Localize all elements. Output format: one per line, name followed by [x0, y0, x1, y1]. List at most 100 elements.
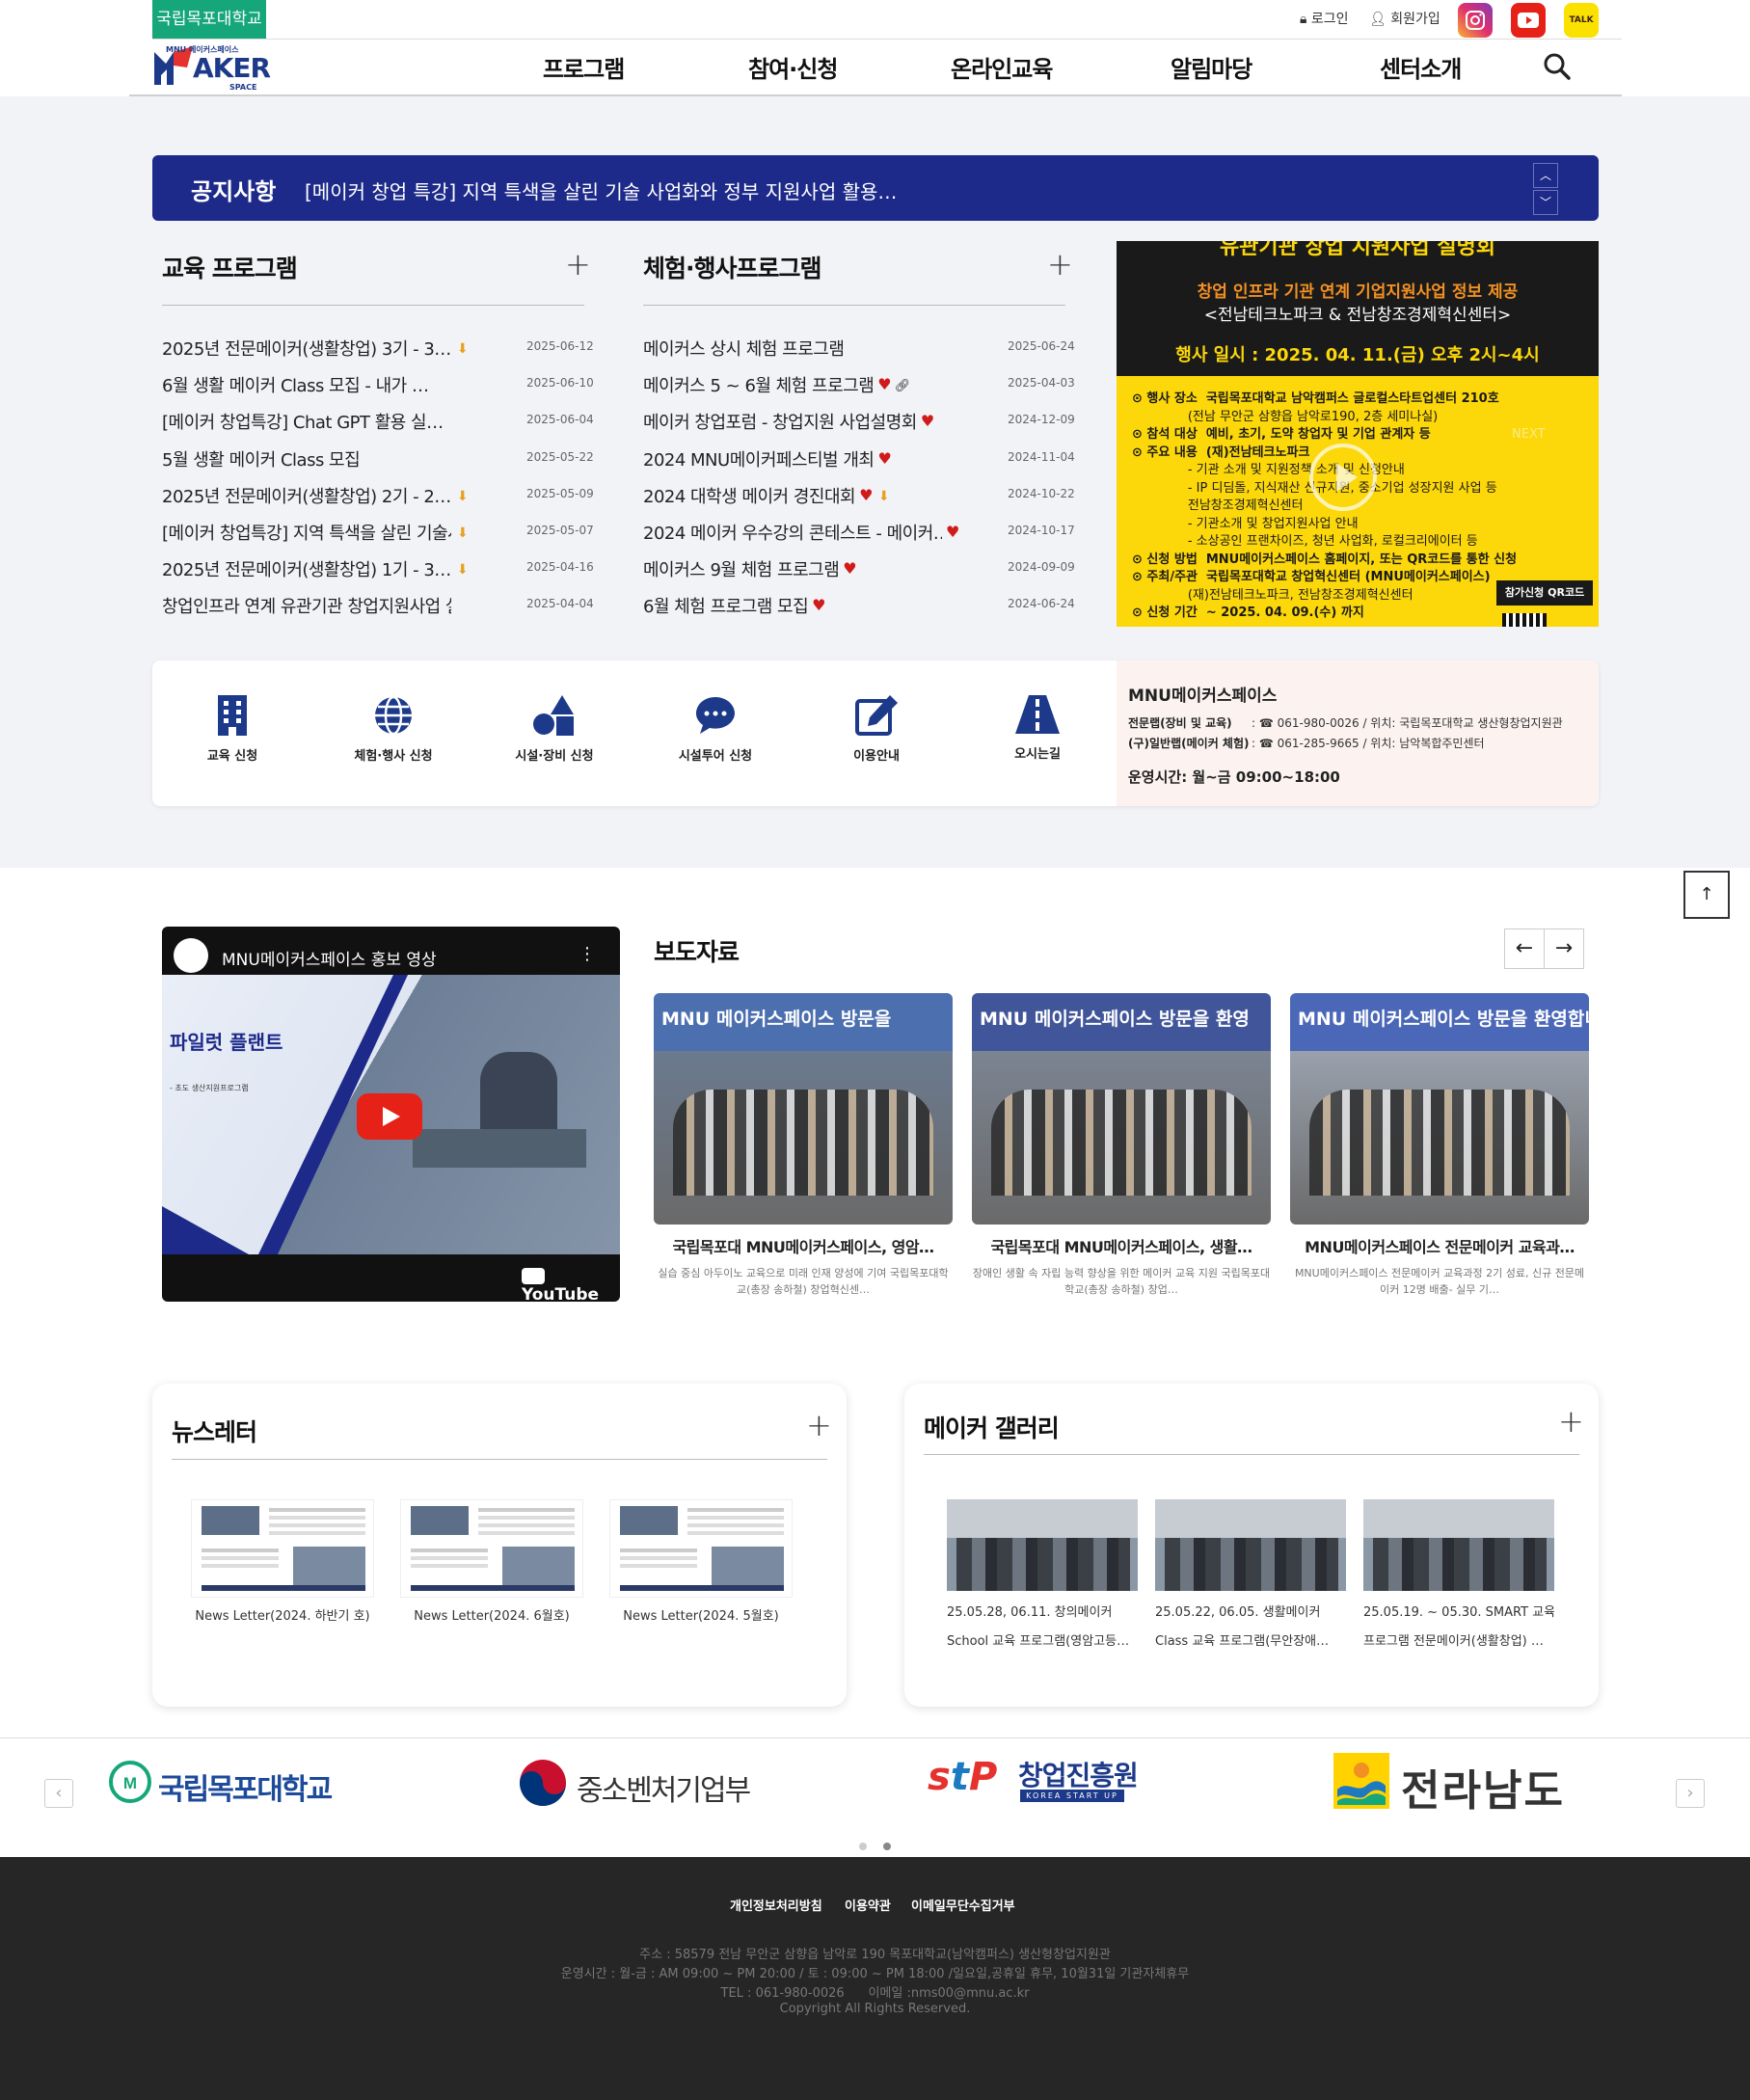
partners-dot-2[interactable]: [883, 1843, 891, 1850]
quick-tour-apply[interactable]: 시설투어 신청: [658, 695, 773, 764]
notice-down-button[interactable]: ﹀: [1533, 190, 1558, 215]
list-item[interactable]: 6월 체험 프로그램 모집 ♥: [643, 593, 825, 618]
login-link[interactable]: 🔒︎ 로그인: [1300, 10, 1349, 29]
list-item[interactable]: [메이커 창업특강] 지역 특색을 살린 기술사… ⬇︎: [162, 520, 469, 545]
list-item[interactable]: [메이커 창업특강] Chat GPT 활용 실…: [162, 409, 444, 434]
list-item[interactable]: 2025년 전문메이커(생활창업) 3기 - 3… ⬇︎: [162, 336, 469, 361]
list-item[interactable]: 2024 메이커 우수강의 콘테스트 - 메이커…♥: [643, 520, 959, 545]
newsletter-item[interactable]: News Letter(2024. 하반기 호): [191, 1499, 374, 1624]
press-prev-button[interactable]: ←: [1504, 929, 1545, 969]
video-menu-icon[interactable]: ⋮: [579, 944, 596, 964]
list-item[interactable]: 5월 생활 메이커 Class 모집: [162, 446, 360, 471]
list-item-date: 2025-05-22: [526, 449, 594, 464]
quick-facility-apply[interactable]: 시설·장비 신청: [497, 695, 612, 764]
press-item-title: 국립목포대 MNU메이커스페이스, 영암…: [672, 1238, 934, 1256]
newsletter-caption: News Letter(2024. 하반기 호): [195, 1609, 370, 1624]
gallery-caption-line2: 프로그램 전문메이커(생활창업) …: [1363, 1634, 1544, 1649]
scroll-top-button[interactable]: ↑: [1683, 871, 1730, 919]
list-item[interactable]: 메이커스 상시 체험 프로그램: [643, 336, 844, 361]
list-item[interactable]: 2024 대학생 메이커 경진대회 ♥ ⬇︎: [643, 483, 890, 508]
list-item[interactable]: 2025년 전문메이커(생활창업) 1기 - 3… ⬇︎: [162, 556, 469, 581]
press-next-button[interactable]: →: [1544, 929, 1584, 969]
maker-space-logo[interactable]: MNU 메이커스페이스 AKER SPACE: [154, 44, 280, 93]
nav-center-intro[interactable]: 센터소개: [1380, 50, 1462, 84]
press-card[interactable]: MNU 메이커스페이스 방문을 환영 국립목포대 MNU메이커스페이스, 생활… 장…: [972, 993, 1271, 1298]
chat-bubble-icon: [696, 697, 735, 734]
partner-mss-logo[interactable]: 중소벤처기업부: [519, 1757, 769, 1808]
newsletter-thumbnail: [191, 1499, 374, 1598]
list-item-date: 2024-09-09: [1008, 560, 1075, 575]
list-item-date: 2025-05-09: [526, 486, 594, 500]
nav-participate[interactable]: 참여·신청: [748, 50, 838, 84]
list-item[interactable]: 메이커스 9월 체험 프로그램 ♥: [643, 556, 857, 581]
press-title: 보도자료: [654, 938, 740, 966]
contact-lab2-label: (구)일반랩(메이커 체험): [1128, 737, 1250, 750]
press-card[interactable]: MNU 메이커스페이스 방문을 환영합니다 MNU메이커스페이스 전문메이커 교육…: [1290, 993, 1589, 1298]
slider-next-label[interactable]: NEXT: [1512, 427, 1546, 442]
notice-up-button[interactable]: ︿: [1533, 163, 1558, 188]
quick-event-apply[interactable]: 체험·행사 신청: [336, 695, 451, 764]
newsletter-item[interactable]: News Letter(2024. 5월호): [609, 1499, 793, 1624]
partner-kised-logo[interactable]: stP 창업진흥원 KOREA START UP: [928, 1753, 1169, 1807]
press-card[interactable]: MNU 메이커스페이스 방문을 국립목포대 MNU메이커스페이스, 영암… 실습 중…: [654, 993, 953, 1298]
list-item[interactable]: 2025년 전문메이커(생활창업) 2기 - 2… ⬇︎: [162, 483, 469, 508]
notice-headline[interactable]: [메이커 창업 특강] 지역 특색을 살린 기술 사업화와 정부 지원사업 활용…: [305, 176, 897, 204]
quick-edu-apply[interactable]: 교육 신청: [175, 695, 290, 764]
quick-directions[interactable]: 오시는길: [980, 695, 1095, 762]
search-icon[interactable]: [1543, 52, 1572, 81]
list-item[interactable]: 6월 생활 메이커 Class 모집 - 내가 …: [162, 372, 428, 397]
partners-next-button[interactable]: ›: [1676, 1779, 1705, 1808]
edu-more-plus-icon[interactable]: +: [565, 249, 591, 280]
footer-copyright: Copyright All Rights Reserved.: [779, 2002, 971, 2016]
footer-privacy-link[interactable]: 개인정보처리방침: [730, 1896, 822, 1914]
newsletter-item[interactable]: News Letter(2024. 6월호): [400, 1499, 583, 1624]
university-badge[interactable]: 국립목포대학교: [152, 0, 266, 39]
press-photo-banner: MNU 메이커스페이스 방문을: [661, 1009, 892, 1030]
press-item-desc: 장애인 생활 속 자립 능력 향상을 위한 메이커 교육 지원 국립목포대학교(…: [972, 1267, 1271, 1296]
notice-ticker: 공지사항 [메이커 창업 특강] 지역 특색을 살린 기술 사업화와 정부 지원…: [152, 155, 1599, 221]
newsletter-caption: News Letter(2024. 5월호): [623, 1609, 779, 1624]
list-item[interactable]: 메이커스 5 ~ 6월 체험 프로그램 ♥ 🔗︎: [643, 372, 910, 397]
join-link[interactable]: 👤︎ 회원가입: [1369, 10, 1440, 29]
nav-notice-board[interactable]: 알림마당: [1171, 50, 1252, 84]
footer-hours: 운영시간 : 월-금 : AM 09:00 ~ PM 20:00 / 토 : 0…: [560, 1967, 1190, 1981]
list-item[interactable]: 창업인프라 연계 유관기관 창업지원사업 설명회: [162, 593, 451, 618]
kakao-talk-icon[interactable]: TALK: [1564, 3, 1599, 38]
heart-icon: ♥: [812, 596, 825, 615]
quick-usage-guide[interactable]: 이용안내: [819, 695, 934, 764]
instagram-icon[interactable]: [1458, 3, 1493, 38]
footer-terms-link[interactable]: 이용약관: [845, 1896, 891, 1914]
newsletter-divider: [172, 1459, 827, 1460]
event-more-plus-icon[interactable]: +: [1047, 249, 1073, 280]
footer-email-policy-link[interactable]: 이메일무단수집거부: [911, 1896, 1015, 1914]
video-play-button[interactable]: [357, 1093, 422, 1140]
list-item[interactable]: 2024 MNU메이커페스티벌 개최 ♥: [643, 446, 892, 471]
gallery-item[interactable]: 25.05.22, 06.05. 생활메이커 Class 교육 프로그램(무안장애…: [1155, 1499, 1346, 1656]
nav-program[interactable]: 프로그램: [543, 50, 625, 84]
newsletter-more-plus-icon[interactable]: +: [806, 1410, 832, 1440]
channel-avatar[interactable]: [174, 938, 208, 973]
gallery-caption-line2: School 교육 프로그램(영암고등…: [947, 1634, 1130, 1649]
list-item-date: 2025-04-03: [1008, 376, 1075, 390]
partner-jeonnam-logo[interactable]: 전라남도: [1333, 1750, 1575, 1816]
press-photo-crowd: [1309, 1090, 1570, 1196]
download-icon: ⬇︎: [456, 341, 469, 357]
gallery-item[interactable]: 25.05.19. ~ 05.30. SMART 교육 프로그램 전문메이커(생활…: [1363, 1499, 1554, 1656]
list-item-date: 2025-06-10: [526, 376, 594, 390]
svg-text:M: M: [123, 1774, 137, 1792]
gallery-more-plus-icon[interactable]: +: [1558, 1406, 1584, 1437]
slider-play-icon[interactable]: [1309, 444, 1377, 511]
partners-dot-1[interactable]: [859, 1843, 867, 1850]
nav-online-edu[interactable]: 온라인교육: [951, 50, 1053, 84]
globe-icon: [375, 695, 412, 736]
gallery-item[interactable]: 25.05.28, 06.11. 창의메이커 School 교육 프로그램(영암고…: [947, 1499, 1138, 1656]
youtube-icon[interactable]: [1511, 3, 1546, 38]
footer-tel-email: TEL : 061-980-0026 이메일 :nms00@mnu.ac.kr: [720, 1986, 1030, 2001]
heart-icon: ♥: [946, 523, 959, 541]
youtube-logo[interactable]: YouTube: [522, 1266, 620, 1302]
list-item[interactable]: 메이커 창업포럼 - 창업지원 사업설명회 ♥: [643, 409, 934, 434]
event-poster-banner[interactable]: 유관기관 창업 지원사업 설명회 창업 인프라 기관 연계 기업지원사업 정보 …: [1117, 241, 1599, 627]
partner-mnu-logo[interactable]: M 국립목포대학교: [106, 1760, 362, 1807]
partners-prev-button[interactable]: ‹: [44, 1779, 73, 1808]
promo-video-player[interactable]: MNU메이커스페이스 홍보 영상 ⋮ 파일럿 플랜트 - 초도 생산지원프로그램…: [162, 927, 620, 1302]
